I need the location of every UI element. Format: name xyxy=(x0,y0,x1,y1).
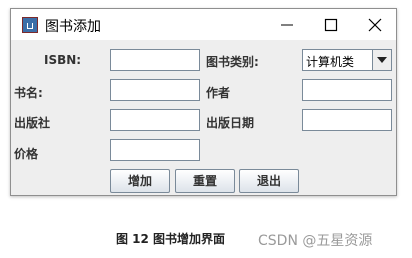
isbn-input[interactable] xyxy=(110,49,200,71)
add-button[interactable]: 增加 xyxy=(110,169,170,193)
reset-button[interactable]: 重置 xyxy=(175,169,235,193)
window-title: 图书添加 xyxy=(45,19,101,35)
price-input[interactable] xyxy=(110,139,200,161)
pubdate-label: 出版日期 xyxy=(206,116,255,130)
name-label: 书名: xyxy=(14,86,43,100)
publisher-label: 出版社 xyxy=(14,116,51,130)
price-label: 价格 xyxy=(14,147,39,161)
maximize-icon xyxy=(324,18,338,32)
java-app-icon xyxy=(22,17,38,33)
author-label: 作者 xyxy=(206,86,231,100)
minimize-button[interactable] xyxy=(265,9,309,40)
maximize-button[interactable] xyxy=(309,9,353,40)
csdn-watermark: CSDN @五星资源 xyxy=(258,233,373,249)
category-selected-value: 计算机类 xyxy=(306,55,355,69)
book-add-window: 图书添加 ISBN: 图书类别: 计算机类 书名: 作者 出版社 出版日期 价格… xyxy=(10,8,397,196)
close-icon xyxy=(368,18,382,32)
exit-button[interactable]: 退出 xyxy=(239,169,299,193)
category-label: 图书类别: xyxy=(206,55,259,69)
chevron-down-icon xyxy=(377,57,387,63)
category-select[interactable]: 计算机类 xyxy=(302,49,392,71)
isbn-label: ISBN: xyxy=(44,53,82,67)
close-button[interactable] xyxy=(353,9,397,40)
name-input[interactable] xyxy=(110,79,200,101)
category-dropdown-button[interactable] xyxy=(372,50,391,70)
figure-caption: 图 12 图书增加界面 xyxy=(116,232,226,246)
author-input[interactable] xyxy=(302,79,392,101)
title-bar[interactable]: 图书添加 xyxy=(11,9,396,40)
publisher-input[interactable] xyxy=(110,109,200,131)
minimize-icon xyxy=(281,24,293,26)
pubdate-input[interactable] xyxy=(302,109,392,131)
